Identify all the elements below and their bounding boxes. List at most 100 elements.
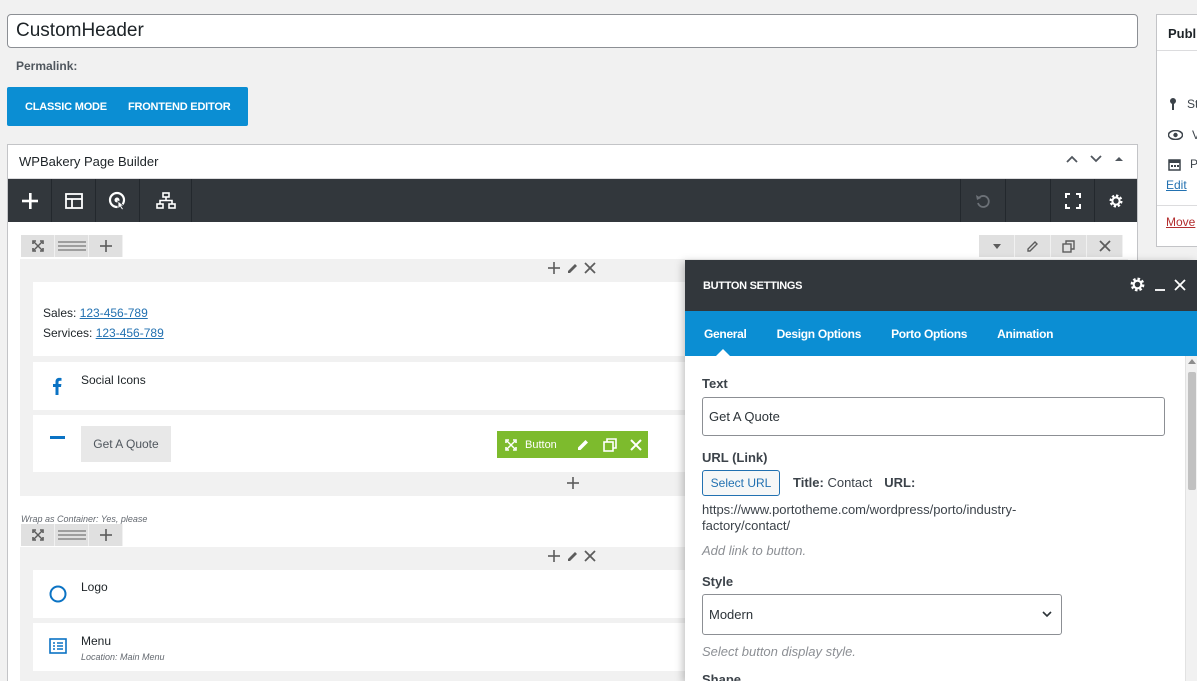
- pin-icon: [1170, 98, 1176, 110]
- publish-box: Publi St V Pi Edit Move: [1156, 14, 1197, 247]
- post-title-input[interactable]: [7, 14, 1138, 48]
- publish-edit-link[interactable]: Edit: [1166, 178, 1187, 192]
- url-title-value: Contact: [827, 475, 873, 490]
- clone-icon[interactable]: [603, 437, 617, 452]
- cloud-pointer-icon: [108, 191, 125, 211]
- contact-text-element[interactable]: Sales: 123-456-789 Services: 123-456-789: [33, 282, 713, 356]
- url-key: URL:: [884, 475, 916, 490]
- pencil-icon[interactable]: [576, 438, 590, 452]
- navigator-button[interactable]: [140, 179, 192, 222]
- menu-subtitle: Location: Main Menu: [81, 652, 165, 662]
- style-select[interactable]: Modern: [702, 594, 1062, 635]
- modal-scrollbar[interactable]: [1185, 356, 1197, 681]
- calendar-icon: [1168, 158, 1181, 171]
- move-icon[interactable]: [505, 438, 517, 451]
- tab-design-options[interactable]: Design Options: [762, 311, 876, 356]
- toggle-panel-icon[interactable]: [1113, 154, 1125, 164]
- modal-gear-icon[interactable]: [1129, 276, 1146, 293]
- scroll-up-icon[interactable]: [1188, 359, 1196, 364]
- logo-title: Logo: [81, 580, 108, 594]
- classic-mode-button[interactable]: CLASSIC MODE: [7, 87, 107, 126]
- column-edit-icon[interactable]: [566, 262, 579, 275]
- button-minus-icon: [50, 436, 65, 439]
- row2-note: Wrap as Container: Yes, please: [21, 514, 148, 524]
- publish-status-text: St: [1187, 97, 1197, 111]
- element-hover-controls: Button: [497, 431, 648, 458]
- hub-button[interactable]: [96, 179, 140, 222]
- permalink-label: Permalink:: [16, 59, 78, 73]
- text-input[interactable]: Get A Quote: [702, 397, 1165, 436]
- layout-icon: [64, 192, 83, 209]
- sales-label: Sales:: [43, 306, 80, 320]
- chevron-down-icon[interactable]: [1089, 154, 1103, 164]
- column2-controls: [547, 549, 596, 563]
- services-phone-link[interactable]: 123-456-789: [96, 326, 164, 340]
- style-help: Select button display style.: [702, 644, 856, 659]
- fullscreen-icon: [1064, 192, 1081, 209]
- url-title-key: Title:: [793, 475, 824, 490]
- plus-icon: [21, 192, 38, 209]
- editor-mode-bar: CLASSIC MODE FRONTEND EDITOR: [7, 87, 248, 126]
- sales-phone-link[interactable]: 123-456-789: [80, 306, 148, 320]
- row-move-icon[interactable]: [21, 235, 55, 257]
- select-url-button[interactable]: Select URL: [702, 470, 780, 496]
- sitemap-icon: [155, 191, 176, 209]
- undo-icon: [976, 194, 990, 208]
- row-edit-icon[interactable]: [1015, 235, 1051, 257]
- url-meta: Title: Contact URL:: [793, 475, 915, 490]
- row-delete-icon[interactable]: [1087, 235, 1123, 257]
- move-to-trash-link[interactable]: Move: [1166, 215, 1195, 229]
- row1-right-controls: [979, 235, 1123, 257]
- settings-button[interactable]: [1094, 179, 1137, 222]
- column-add-icon[interactable]: [547, 261, 561, 275]
- url-help: Add link to button.: [702, 543, 807, 558]
- publish-divider: [1157, 205, 1197, 206]
- templates-button[interactable]: [52, 179, 96, 222]
- chevron-up-icon[interactable]: [1065, 154, 1079, 164]
- column2-delete-icon[interactable]: [584, 550, 596, 562]
- minimize-icon[interactable]: [1154, 279, 1166, 291]
- publish-status-row: St: [1168, 97, 1197, 111]
- row2-add-icon[interactable]: [89, 524, 123, 546]
- add-to-column-icon[interactable]: [566, 476, 580, 490]
- redo-button[interactable]: [1005, 179, 1050, 222]
- delete-icon[interactable]: [630, 438, 642, 451]
- url-value: https://www.portotheme.com/wordpress/por…: [702, 502, 1017, 533]
- menu-title: Menu: [81, 634, 112, 648]
- chevron-down-icon: [1042, 611, 1052, 618]
- modal-title: BUTTON SETTINGS: [703, 279, 803, 292]
- scroll-thumb[interactable]: [1188, 372, 1196, 490]
- social-icons-element[interactable]: Social Icons: [33, 362, 713, 410]
- facebook-icon: [53, 377, 62, 395]
- row2-move-icon[interactable]: [21, 524, 55, 546]
- column2-add-icon[interactable]: [547, 549, 561, 563]
- row-clone-icon[interactable]: [1051, 235, 1087, 257]
- logo-element[interactable]: Logo: [33, 570, 713, 618]
- tab-general[interactable]: General: [685, 311, 762, 356]
- style-select-value: Modern: [709, 607, 754, 622]
- menu-element[interactable]: Menu Location: Main Menu: [33, 623, 713, 671]
- row2-layout-icon[interactable]: [55, 524, 89, 546]
- gear-icon: [1109, 194, 1123, 207]
- fullscreen-button[interactable]: [1050, 179, 1094, 222]
- button-settings-modal: BUTTON SETTINGS General Design Options P…: [685, 260, 1197, 681]
- modal-body: Text Get A Quote URL (Link) Select URL T…: [685, 356, 1185, 681]
- frontend-editor-button[interactable]: FRONTEND EDITOR: [107, 87, 231, 126]
- column2-edit-icon[interactable]: [566, 550, 579, 563]
- row-toggle-icon[interactable]: [979, 235, 1015, 257]
- publish-visibility-text: V: [1192, 128, 1197, 142]
- tab-animation[interactable]: Animation: [982, 311, 1068, 356]
- tab-porto-options[interactable]: Porto Options: [876, 311, 982, 356]
- circle-icon: [49, 585, 67, 603]
- publish-date-row: Pi: [1168, 157, 1197, 171]
- close-icon[interactable]: [1174, 278, 1186, 291]
- row-add-icon[interactable]: [89, 235, 123, 257]
- button-preview: Get A Quote: [81, 426, 171, 462]
- add-element-button[interactable]: [8, 179, 52, 222]
- social-icons-title: Social Icons: [81, 373, 146, 387]
- url-label: URL (Link): [702, 450, 768, 465]
- undo-button[interactable]: [960, 179, 1005, 222]
- column-delete-icon[interactable]: [584, 262, 596, 274]
- row-layout-icon[interactable]: [55, 235, 89, 257]
- list-icon: [49, 638, 67, 654]
